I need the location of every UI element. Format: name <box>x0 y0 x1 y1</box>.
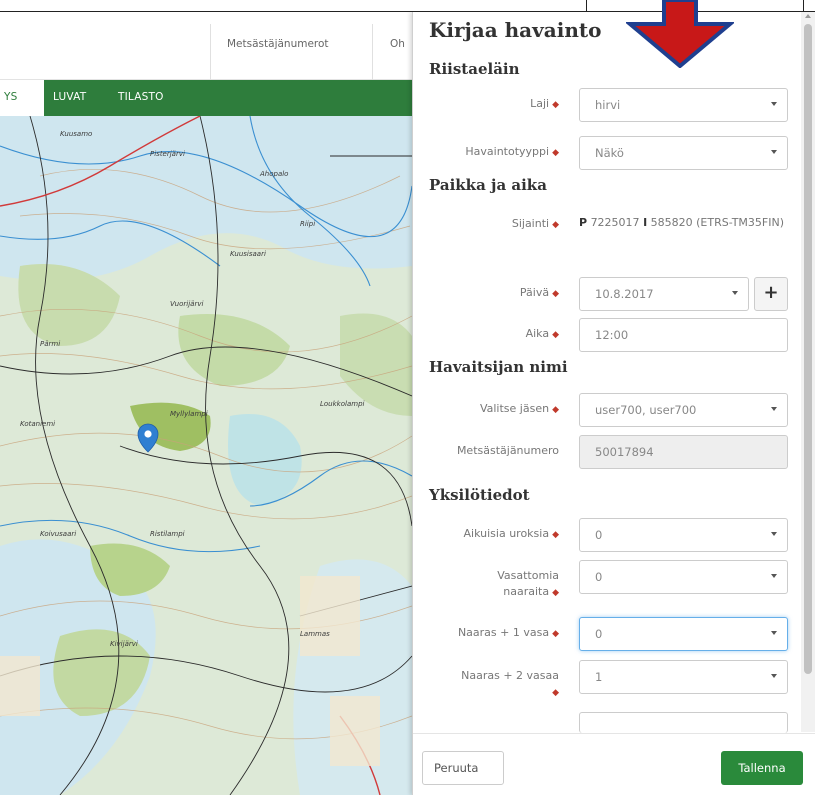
map-place-label: Loukkolampi <box>320 400 365 408</box>
calfless-females-value: 0 <box>595 570 603 584</box>
chevron-down-icon <box>771 574 777 578</box>
chevron-down-icon <box>771 407 777 411</box>
frame-divider <box>803 0 804 12</box>
chevron-down-icon <box>771 150 777 154</box>
adult-males-label: Aikuisia uroksia ◆ <box>463 527 559 540</box>
observation-panel: Kirjaa havainto Riistaeläin Laji ◆ hirvi … <box>412 12 815 795</box>
required-marker: ◆ <box>552 588 559 598</box>
required-marker: ◆ <box>552 405 559 415</box>
nav-link-help[interactable]: Oh <box>390 38 405 50</box>
species-select[interactable]: hirvi <box>579 88 788 122</box>
required-marker: ◆ <box>552 530 559 540</box>
calfless-females-select[interactable]: 0 <box>579 560 788 594</box>
required-marker: ◆ <box>552 289 559 299</box>
chevron-down-icon <box>771 102 777 106</box>
chevron-down-icon <box>771 532 777 536</box>
map-place-label: Myllylampi <box>170 410 208 418</box>
section-species: Riistaeläin <box>429 60 520 78</box>
map-place-label: Riipi <box>300 220 315 228</box>
observation-type-select[interactable]: Näkö <box>579 136 788 170</box>
panel-title: Kirjaa havainto <box>429 18 602 42</box>
map-place-label: Kivijärvi <box>110 640 138 648</box>
add-date-button[interactable]: + <box>754 277 788 311</box>
nav-divider <box>210 24 211 80</box>
required-marker: ◆ <box>552 100 559 110</box>
chevron-down-icon <box>771 674 777 678</box>
observation-type-value: Näkö <box>595 146 624 160</box>
menu-item-permits[interactable]: LUVAT <box>53 91 86 103</box>
species-value: hirvi <box>595 98 621 112</box>
section-details: Yksilötiedot <box>429 486 530 504</box>
map-place-label: Vuorijärvi <box>170 300 203 308</box>
required-marker: ◆ <box>552 688 559 698</box>
hunter-number-field: 50017894 <box>579 435 788 469</box>
map-place-label: Ristilampi <box>150 530 185 538</box>
female-one-calf-label: Naaras + 1 vasa ◆ <box>457 626 559 639</box>
hunter-number-value: 50017894 <box>595 445 654 459</box>
required-marker: ◆ <box>552 148 559 158</box>
female-two-calves-label: Naaras + 2 vasaa ◆ <box>461 669 559 698</box>
map-place-label: Lammas <box>300 630 330 638</box>
calfless-females-label: Vasattomia naaraita ◆ <box>497 569 559 598</box>
hunter-number-label: Metsästäjänumero <box>456 444 559 457</box>
time-value: 12:00 <box>595 328 629 342</box>
female-two-calves-select[interactable]: 1 <box>579 660 788 694</box>
map-place-label: Pärmi <box>40 340 60 348</box>
section-place-time: Paikka ja aika <box>429 176 547 194</box>
female-two-calves-value: 1 <box>595 670 603 684</box>
map-place-label: Ahopalo <box>259 170 288 178</box>
map-place-label: Kuusamo <box>60 130 92 138</box>
arrow-down-icon <box>626 0 734 68</box>
menu-item-active[interactable]: YS <box>4 91 17 103</box>
required-marker: ◆ <box>552 220 559 230</box>
nav-divider <box>372 24 373 80</box>
panel-footer: Peruuta Tallenna <box>413 733 815 795</box>
female-one-calf-select[interactable]: 0 <box>579 617 788 651</box>
member-select[interactable]: user700, user700 <box>579 393 788 427</box>
time-label: Aika ◆ <box>525 327 559 340</box>
date-label: Päivä ◆ <box>519 286 559 299</box>
main-menu: YS LUVAT TILASTO <box>0 80 420 116</box>
map-place-label: Pisterjärvi <box>150 150 185 158</box>
location-label: Sijainti ◆ <box>511 217 559 230</box>
section-observer: Havaitsijan nimi <box>429 358 568 376</box>
member-label: Valitse jäsen ◆ <box>479 402 559 415</box>
female-one-calf-value: 0 <box>595 627 603 641</box>
scrollbar-thumb[interactable] <box>804 24 812 674</box>
chevron-down-icon <box>771 631 777 635</box>
time-input[interactable]: 12:00 <box>579 318 788 352</box>
member-value: user700, user700 <box>595 403 697 417</box>
top-navigation: Metsästäjänumerot Oh <box>0 12 420 80</box>
species-label: Laji ◆ <box>530 97 559 110</box>
scroll-up-icon[interactable] <box>805 14 811 18</box>
date-value: 10.8.2017 <box>595 287 654 301</box>
map-place-label: Kuusisaari <box>230 250 266 258</box>
menu-item-statistics[interactable]: TILASTO <box>118 91 164 103</box>
cancel-button[interactable]: Peruuta <box>422 751 504 785</box>
partial-select[interactable] <box>579 712 788 733</box>
nav-link-hunter-numbers[interactable]: Metsästäjänumerot <box>227 38 329 50</box>
save-button[interactable]: Tallenna <box>721 751 803 785</box>
required-marker: ◆ <box>552 330 559 340</box>
observation-type-label: Havaintotyyppi ◆ <box>465 145 559 158</box>
date-picker[interactable]: 10.8.2017 <box>579 277 749 311</box>
frame-divider <box>586 0 587 12</box>
chevron-down-icon <box>732 291 738 295</box>
adult-males-value: 0 <box>595 528 603 542</box>
map-place-label: Koivusaari <box>40 530 76 538</box>
topographic-map[interactable]: Kuusamo Pisterjärvi Ahopalo Riipi Kuusisaari… <box>0 116 412 795</box>
adult-males-select[interactable]: 0 <box>579 518 788 552</box>
map-place-label: Kotaniemi <box>20 420 55 428</box>
location-value: P 7225017 I 585820 (ETRS-TM35FIN) <box>579 216 784 229</box>
required-marker: ◆ <box>552 629 559 639</box>
map-view[interactable]: Kuusamo Pisterjärvi Ahopalo Riipi Kuusisaari… <box>0 116 412 795</box>
